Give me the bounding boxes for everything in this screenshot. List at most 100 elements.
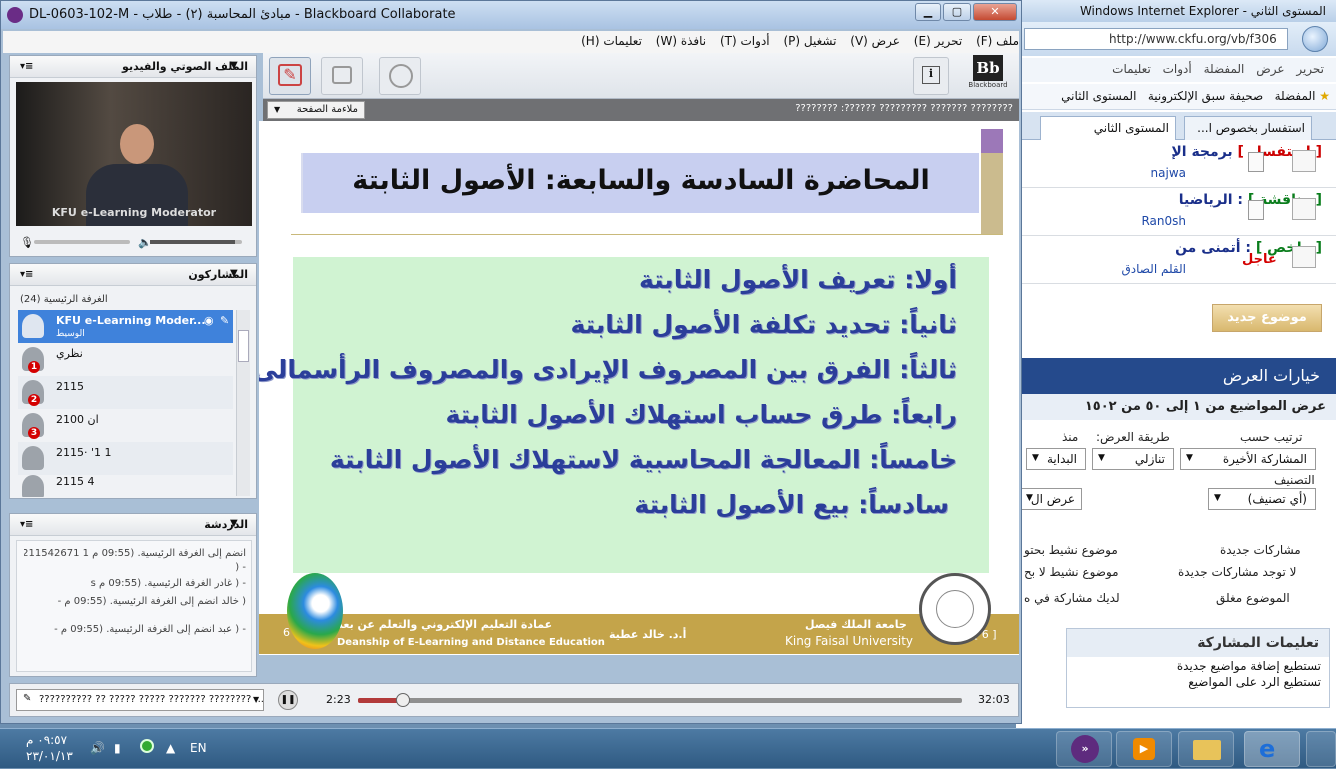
info-button[interactable]: i (913, 57, 949, 95)
topic-title[interactable]: : أتمنى من (1175, 240, 1251, 256)
participant-row[interactable]: 2115 4 (18, 471, 233, 497)
media-player-taskbar-button[interactable]: ▶ (1116, 731, 1172, 767)
pencil-icon: ✎ (220, 314, 230, 327)
sort-by-select[interactable]: المشاركة الأخيرة (1180, 448, 1316, 470)
panel-title: الدردشة (204, 518, 248, 531)
back-button[interactable] (1302, 26, 1328, 52)
network-icon[interactable]: ▮ (114, 741, 121, 755)
panel-menu-icon[interactable]: ≡▾ (20, 61, 33, 72)
seek-track[interactable] (358, 693, 962, 707)
show-hidden-icon[interactable]: ▲ (166, 741, 175, 755)
pause-button[interactable]: ❚❚ (278, 690, 298, 710)
slide-item: أولا: تعريف الأصول الثابتة (638, 265, 957, 294)
pencil-small-icon: ✎ (23, 693, 32, 704)
menu-edit[interactable]: تحرير (E) (914, 34, 962, 48)
topic-title[interactable]: برمجة الإ (1171, 144, 1232, 160)
media-player-icon: ▶ (1133, 738, 1155, 760)
participant-row[interactable]: 1 نظري (18, 343, 233, 376)
list-item[interactable]: [ ملخص ] : أتمنى من القلم الصادق عاجل (1016, 236, 1336, 284)
slide-item: ثالثاً: الفرق بين المصروف الإيرادى والمص… (259, 355, 957, 384)
clock-time[interactable]: ٠٩:٥٧ م (26, 733, 67, 747)
ie-menu-view[interactable]: عرض (1256, 62, 1284, 76)
status-icon[interactable] (140, 739, 154, 753)
webcam-icon: ◉ (204, 314, 214, 327)
language-indicator[interactable]: EN (190, 741, 207, 755)
menu-tools[interactable]: أدوات (T) (720, 34, 770, 48)
speaker-volume-slider[interactable] (150, 240, 242, 244)
scroll-thumb[interactable] (238, 330, 249, 362)
menu-play[interactable]: تشغيل (P) (783, 34, 836, 48)
tab-inquiry[interactable]: استفسار بخصوص ا... (1184, 116, 1312, 140)
collapse-arrow-icon[interactable]: ▼ (230, 268, 238, 279)
fav-link-sabq[interactable]: صحيفة سبق الإلكترونية (1148, 89, 1263, 103)
video-caption: KFU e-Learning Moderator (51, 206, 217, 219)
ie-menu-edit[interactable]: تحرير (1296, 62, 1324, 76)
participants-panel: ▼ المشاركون ≡▾ الغرفة الرئيسية (24) KFU … (9, 263, 257, 499)
collapse-arrow-icon[interactable]: ▼ (230, 518, 238, 529)
topic-title[interactable]: : الرياضيا (1179, 192, 1243, 208)
new-topic-button[interactable]: موضوع جديد (1212, 304, 1322, 332)
maximize-button[interactable]: ▢ (943, 3, 971, 21)
mic-volume-slider[interactable] (34, 240, 130, 244)
panel-header: ▼ الدردشة ≡▾ (10, 514, 256, 536)
participant-name: 2115· '1 1 (56, 446, 112, 459)
close-button[interactable]: ✕ (973, 3, 1017, 21)
list-item[interactable]: [ مناقشة ] : الرياضيا Ran0sh (1016, 188, 1336, 236)
explorer-taskbar-button[interactable] (1178, 731, 1234, 767)
whiteboard-tool-button[interactable]: ✎ (269, 57, 311, 95)
web-tour-button[interactable] (379, 57, 421, 95)
ie-menu-favorites[interactable]: المفضلة (1204, 62, 1245, 76)
url-input[interactable]: http://www.ckfu.org/vb/f306 (1024, 28, 1288, 50)
legend-you-posted: لديك مشاركة في ه (1024, 591, 1120, 605)
ie-menu-tools[interactable]: أدوات (1163, 62, 1192, 76)
extra-taskbar-button[interactable] (1306, 731, 1336, 767)
recording-select[interactable]: ✎ ?????????? ?? ????? ????? ??????? ????… (16, 689, 264, 711)
slide-canvas[interactable]: المحاضرة السادسة والسابعة: الأصول الثابت… (259, 121, 1019, 655)
speaker-icon[interactable]: 🔊 (90, 741, 105, 755)
ie-favorites-bar: ★ المفضلة صحيفة سبق الإلكترونية المستوى … (1016, 84, 1336, 110)
app-share-button[interactable] (321, 57, 363, 95)
since-label: منذ (1062, 430, 1079, 444)
user-icon (22, 314, 44, 338)
panel-menu-icon[interactable]: ≡▾ (20, 269, 33, 280)
panel-title: المشاركون (188, 268, 248, 281)
topic-author[interactable]: Ran0sh (1141, 214, 1186, 228)
clock-date[interactable]: ٢٣/٠١/١٣ (26, 749, 73, 763)
sort-by-label: ترتيب حسب (1240, 430, 1303, 444)
since-select[interactable]: البداية (1026, 448, 1086, 470)
fit-page-select[interactable]: ملاءمة الصفحة ▼ (267, 101, 365, 119)
menu-window[interactable]: نافذة (W) (656, 34, 706, 48)
show-button[interactable]: عرض ال (1020, 488, 1082, 510)
participants-scrollbar[interactable] (236, 310, 250, 496)
minimize-button[interactable]: ▁ (915, 3, 941, 21)
collaborate-taskbar-button[interactable]: » (1056, 731, 1112, 767)
category-select[interactable]: (أي تصنيف) (1208, 488, 1316, 510)
topic-author[interactable]: القلم الصادق (1121, 262, 1186, 276)
menu-file[interactable]: ملف (F) (976, 34, 1019, 48)
taskbar: ٠٩:٥٧ م ٢٣/٠١/١٣ 🔊 ▮ ▲ EN » ▶ e (0, 728, 1336, 768)
seek-thumb[interactable] (395, 693, 410, 707)
room-count: (24) (20, 294, 41, 305)
ie-tabstrip: استفسار بخصوص ا... المستوى الثاني (1016, 112, 1336, 140)
ie-menu-help[interactable]: تعليمات (1112, 62, 1151, 76)
menu-help[interactable]: تعليمات (H) (581, 34, 642, 48)
collaborate-titlebar: DL-0603-102-M - مبادئ المحاسبة (٢) - طلا… (1, 1, 1021, 29)
microphone-icon[interactable]: 🎙 (20, 236, 34, 249)
ie-taskbar-button[interactable]: e (1244, 731, 1300, 767)
participant-name: نظري (56, 347, 83, 360)
participant-row[interactable]: 2 2115 (18, 376, 233, 409)
app-share-icon (332, 66, 352, 84)
tab-level2[interactable]: المستوى الثاني (1040, 116, 1176, 140)
participant-row[interactable]: KFU e-Learning Moder... الوسيط ◉ ✎ (18, 310, 233, 343)
lock-icon (1292, 150, 1316, 172)
participant-row[interactable]: 3 2100 ان (18, 409, 233, 442)
topic-author[interactable]: najwa (1151, 166, 1186, 180)
participant-name: 2100 ان (56, 413, 99, 426)
list-item[interactable]: [ استفسار ] برمجة الإ najwa (1016, 140, 1336, 188)
fav-link-level2[interactable]: المستوى الثاني (1061, 89, 1136, 103)
collapse-arrow-icon[interactable]: ▼ (230, 60, 238, 71)
menu-view[interactable]: عرض (V) (850, 34, 900, 48)
panel-menu-icon[interactable]: ≡▾ (20, 519, 33, 530)
favorites-label[interactable]: المفضلة (1275, 89, 1316, 103)
sort-method-select[interactable]: تنازلي (1092, 448, 1174, 470)
